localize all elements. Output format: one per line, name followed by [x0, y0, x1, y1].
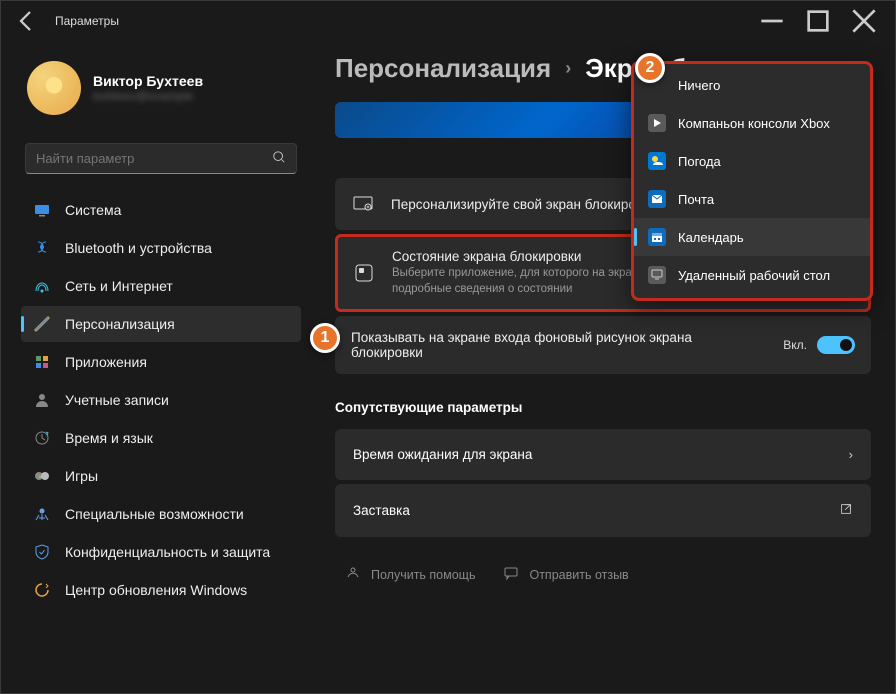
dropdown-item-3[interactable]: Почта — [634, 180, 870, 218]
window-controls — [749, 5, 887, 37]
nav-icon — [33, 353, 51, 371]
back-button[interactable] — [15, 9, 39, 33]
nav-icon — [33, 201, 51, 219]
dropdown-item-5[interactable]: Удаленный рабочий стол — [634, 256, 870, 294]
chevron-right-icon: › — [849, 447, 853, 462]
dropdown-item-1[interactable]: Компаньон консоли Xbox — [634, 104, 870, 142]
sidebar-item-7[interactable]: Игры — [21, 458, 301, 494]
nav-icon — [33, 391, 51, 409]
annotation-marker-2: 2 — [635, 53, 665, 83]
dropdown-label: Погода — [678, 154, 721, 169]
breadcrumb-parent[interactable]: Персонализация — [335, 53, 551, 84]
background-title: Показывать на экране входа фоновый рисун… — [351, 330, 767, 360]
help-icon — [345, 565, 361, 584]
nav-icon — [33, 505, 51, 523]
nav-icon — [33, 315, 51, 333]
nav-list: Система Bluetooth и устройства Сеть и Инте… — [21, 192, 301, 608]
dropdown-item-2[interactable]: Погода — [634, 142, 870, 180]
dropdown-item-0[interactable]: Ничего — [634, 66, 870, 104]
background-toggle[interactable] — [817, 336, 855, 354]
sidebar-item-0[interactable]: Система — [21, 192, 301, 228]
dropdown-label: Календарь — [678, 230, 744, 245]
feedback-link[interactable]: Отправить отзыв — [503, 565, 628, 584]
app-icon — [648, 114, 666, 132]
nav-icon — [33, 239, 51, 257]
toggle-label: Вкл. — [783, 338, 807, 352]
related-header: Сопутствующие параметры — [335, 400, 871, 415]
nav-label: Система — [65, 202, 121, 218]
get-help-link[interactable]: Получить помощь — [345, 565, 475, 584]
nav-icon — [33, 429, 51, 447]
widget-icon — [352, 261, 376, 285]
dropdown-label: Ничего — [678, 78, 720, 93]
user-email: buhteev@example — [93, 89, 203, 103]
nav-icon — [33, 543, 51, 561]
nav-label: Специальные возможности — [65, 506, 244, 522]
sidebar-item-5[interactable]: Учетные записи — [21, 382, 301, 418]
app-title: Параметры — [55, 14, 749, 28]
sidebar-item-2[interactable]: Сеть и Интернет — [21, 268, 301, 304]
titlebar: Параметры — [1, 1, 895, 41]
nav-icon — [33, 581, 51, 599]
nav-label: Игры — [65, 468, 98, 484]
sidebar-item-3[interactable]: Персонализация — [21, 306, 301, 342]
sidebar-item-1[interactable]: Bluetooth и устройства — [21, 230, 301, 266]
app-icon — [648, 266, 666, 284]
app-chooser-dropdown[interactable]: Ничего Компаньон консоли Xbox Погода Почта К… — [631, 61, 873, 301]
chevron-right-icon: › — [565, 58, 571, 79]
search-box[interactable] — [25, 143, 297, 174]
link-label: Время ожидания для экрана — [353, 447, 532, 462]
nav-label: Центр обновления Windows — [65, 582, 247, 598]
nav-icon — [33, 277, 51, 295]
sidebar-item-6[interactable]: Время и язык — [21, 420, 301, 456]
sidebar-item-10[interactable]: Центр обновления Windows — [21, 572, 301, 608]
annotation-marker-1: 1 — [310, 323, 340, 353]
nav-label: Конфиденциальность и защита — [65, 544, 270, 560]
minimize-button[interactable] — [749, 5, 795, 37]
background-card: Показывать на экране входа фоновый рисун… — [335, 316, 871, 374]
screen-timeout-row[interactable]: Время ожидания для экрана › — [335, 429, 871, 480]
sidebar-item-4[interactable]: Приложения — [21, 344, 301, 380]
external-link-icon — [839, 502, 853, 519]
search-input[interactable] — [36, 151, 272, 166]
sidebar: Виктор Бухтеев buhteev@example Система Bl… — [1, 41, 311, 693]
user-name: Виктор Бухтеев — [93, 73, 203, 89]
dropdown-label: Компаньон консоли Xbox — [678, 116, 830, 131]
feedback-icon — [503, 565, 519, 584]
avatar — [27, 61, 81, 115]
app-icon — [648, 228, 666, 246]
maximize-button[interactable] — [795, 5, 841, 37]
monitor-icon — [351, 192, 375, 216]
dropdown-item-4[interactable]: Календарь — [634, 218, 870, 256]
helpers: Получить помощь Отправить отзыв — [335, 565, 871, 584]
search-icon — [272, 150, 286, 167]
user-block[interactable]: Виктор Бухтеев buhteev@example — [21, 41, 301, 127]
nav-label: Время и язык — [65, 430, 153, 446]
sidebar-item-9[interactable]: Конфиденциальность и защита — [21, 534, 301, 570]
dropdown-label: Почта — [678, 192, 714, 207]
screensaver-row[interactable]: Заставка — [335, 484, 871, 537]
nav-label: Приложения — [65, 354, 147, 370]
app-icon — [648, 190, 666, 208]
dropdown-label: Удаленный рабочий стол — [678, 268, 830, 283]
link-label: Заставка — [353, 503, 410, 518]
nav-label: Персонализация — [65, 316, 175, 332]
nav-label: Сеть и Интернет — [65, 278, 173, 294]
nav-label: Учетные записи — [65, 392, 169, 408]
nav-label: Bluetooth и устройства — [65, 240, 212, 256]
sidebar-item-8[interactable]: Специальные возможности — [21, 496, 301, 532]
main-content: Персонализация › Экран блокировки Персон… — [311, 41, 895, 693]
close-button[interactable] — [841, 5, 887, 37]
nav-icon — [33, 467, 51, 485]
app-icon — [648, 152, 666, 170]
